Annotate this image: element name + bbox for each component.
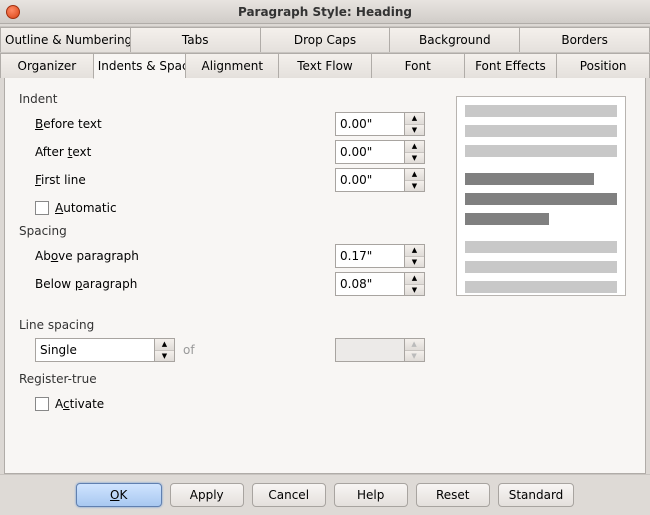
spin-down-icon[interactable]: ▼ <box>405 153 424 164</box>
spin-of-value: ▲▼ <box>335 338 427 362</box>
input-below-paragraph[interactable] <box>335 272 405 296</box>
spin-up-icon[interactable]: ▲ <box>405 169 424 181</box>
tabs-row-2: Organizer Indents & Spacing Alignment Te… <box>0 52 650 78</box>
input-line-spacing[interactable] <box>35 338 155 362</box>
preview-bar <box>465 213 549 225</box>
checkbox-box-icon[interactable] <box>35 397 49 411</box>
help-button[interactable]: Help <box>334 483 408 507</box>
spin-down-icon[interactable]: ▼ <box>405 285 424 296</box>
spin-down-icon: ▼ <box>405 351 424 362</box>
apply-button[interactable]: Apply <box>170 483 244 507</box>
preview-bar <box>465 281 617 293</box>
tab-background[interactable]: Background <box>389 27 519 52</box>
tabs-row-1: Outline & Numbering Tabs Drop Caps Backg… <box>0 26 650 52</box>
preview-pane <box>456 96 626 296</box>
spin-up-icon: ▲ <box>405 339 424 351</box>
spin-up-icon[interactable]: ▲ <box>405 273 424 285</box>
preview-bar <box>465 193 617 205</box>
section-register-true: Register-true <box>19 372 631 386</box>
preview-bar <box>465 241 617 253</box>
titlebar: Paragraph Style: Heading <box>0 0 650 24</box>
spin-before-text[interactable]: ▲▼ <box>335 112 427 136</box>
label-after-text: After text <box>35 145 335 159</box>
spin-above-paragraph[interactable]: ▲▼ <box>335 244 427 268</box>
spin-up-icon[interactable]: ▲ <box>405 113 424 125</box>
spin-up-icon[interactable]: ▲ <box>405 141 424 153</box>
spin-up-icon[interactable]: ▲ <box>405 245 424 257</box>
tab-font-effects[interactable]: Font Effects <box>464 53 557 78</box>
spin-down-icon[interactable]: ▼ <box>405 181 424 192</box>
label-before-text: Before text <box>35 117 335 131</box>
spin-first-line[interactable]: ▲▼ <box>335 168 427 192</box>
select-line-spacing[interactable]: ▲▼ <box>35 338 175 362</box>
ok-button[interactable]: OOKK <box>76 483 162 507</box>
tab-text-flow[interactable]: Text Flow <box>278 53 371 78</box>
cancel-button[interactable]: Cancel <box>252 483 326 507</box>
tab-position[interactable]: Position <box>556 53 650 78</box>
input-above-paragraph[interactable] <box>335 244 405 268</box>
input-after-text[interactable] <box>335 140 405 164</box>
spin-up-icon[interactable]: ▲ <box>155 339 174 351</box>
section-line-spacing: Line spacing <box>19 318 631 332</box>
tab-indents-spacing[interactable]: Indents & Spacing <box>93 53 186 79</box>
window-title: Paragraph Style: Heading <box>0 5 650 19</box>
checkbox-activate[interactable]: Activate <box>35 397 104 411</box>
input-first-line[interactable] <box>335 168 405 192</box>
spin-down-icon[interactable]: ▼ <box>405 257 424 268</box>
spin-down-icon[interactable]: ▼ <box>155 351 174 362</box>
label-automatic: Automatic <box>55 201 117 215</box>
spin-below-paragraph[interactable]: ▲▼ <box>335 272 427 296</box>
label-activate: Activate <box>55 397 104 411</box>
tab-font[interactable]: Font <box>371 53 464 78</box>
label-above-paragraph: Above paragraph <box>35 249 335 263</box>
preview-bar <box>465 125 617 137</box>
tab-alignment[interactable]: Alignment <box>185 53 278 78</box>
reset-button[interactable]: Reset <box>416 483 490 507</box>
tab-organizer[interactable]: Organizer <box>0 53 93 78</box>
button-bar: OOKK Apply Cancel Help Reset Standard <box>0 474 650 515</box>
preview-bar <box>465 173 594 185</box>
checkbox-automatic[interactable]: Automatic <box>35 201 117 215</box>
tab-tabs[interactable]: Tabs <box>130 27 260 52</box>
input-of-value <box>335 338 405 362</box>
tab-outline-numbering[interactable]: Outline & Numbering <box>0 27 130 52</box>
preview-bar <box>465 145 617 157</box>
preview-bar <box>465 261 617 273</box>
tab-drop-caps[interactable]: Drop Caps <box>260 27 390 52</box>
spin-down-icon[interactable]: ▼ <box>405 125 424 136</box>
input-before-text[interactable] <box>335 112 405 136</box>
standard-button[interactable]: Standard <box>498 483 575 507</box>
checkbox-box-icon[interactable] <box>35 201 49 215</box>
tab-borders[interactable]: Borders <box>519 27 650 52</box>
label-below-paragraph: Below paragraph <box>35 277 335 291</box>
label-first-line: First line <box>35 173 335 187</box>
spin-after-text[interactable]: ▲▼ <box>335 140 427 164</box>
preview-bar <box>465 105 617 117</box>
label-of: of <box>183 343 195 357</box>
